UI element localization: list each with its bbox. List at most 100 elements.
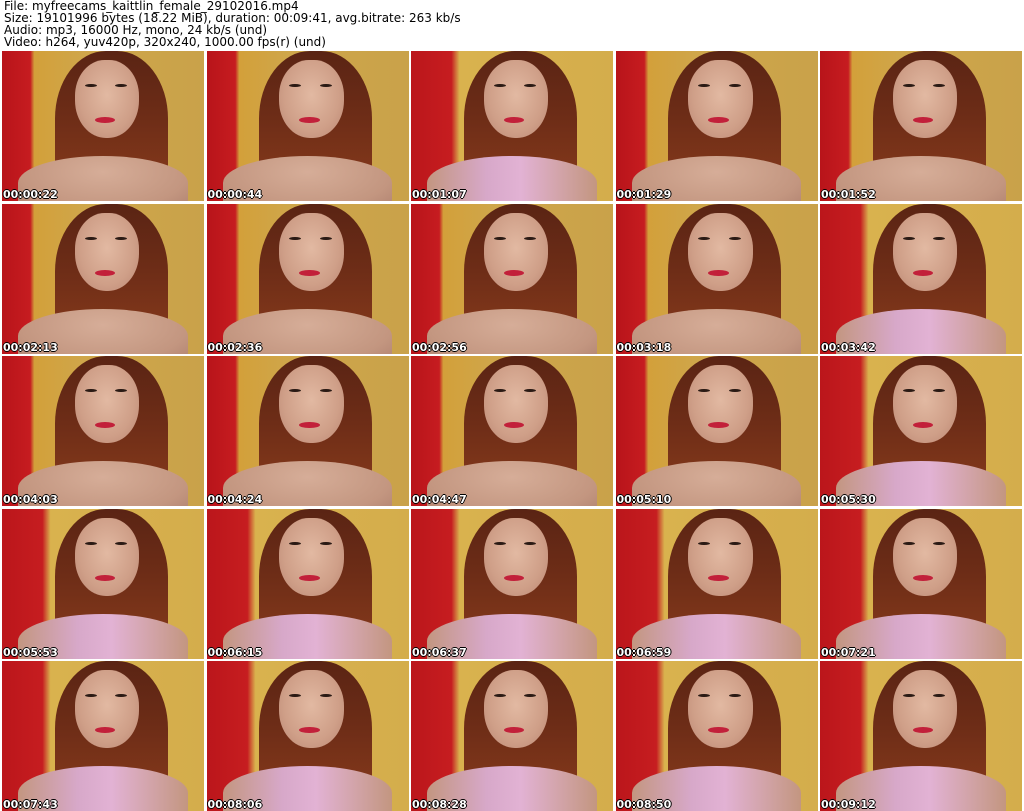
- frame-image-eye: [698, 541, 711, 545]
- video-frame-thumbnail: 00:01:29: [615, 51, 818, 201]
- frame-image-lips: [912, 574, 934, 581]
- video-frame-thumbnail: 00:01:52: [820, 51, 1022, 201]
- frame-timestamp: 00:07:21: [821, 645, 876, 659]
- frame-image-face: [74, 212, 140, 291]
- video-frame-thumbnail: 00:04:47: [411, 356, 613, 506]
- frame-image-face: [892, 517, 958, 596]
- video-frame-thumbnail: 00:08:06: [206, 661, 409, 811]
- frame-image-eye: [319, 236, 332, 240]
- frame-image-eye: [493, 236, 506, 240]
- frame-image-lips: [708, 269, 729, 276]
- video-frame-thumbnail: 00:05:10: [615, 356, 818, 506]
- frame-image-eye: [84, 541, 97, 545]
- frame-image-eye: [524, 541, 537, 545]
- video-frame-thumbnail: 00:08:50: [615, 661, 818, 811]
- frame-image-face: [483, 670, 549, 748]
- frame-timestamp: 00:03:42: [821, 340, 876, 354]
- video-frame-thumbnail: 00:01:07: [411, 51, 613, 201]
- frame-image-face: [279, 670, 344, 748]
- frame-timestamp: 00:06:15: [207, 645, 263, 659]
- frame-image-face: [892, 60, 958, 138]
- video-frame-thumbnail: 00:02:13: [2, 203, 204, 354]
- frame-image-lips: [503, 117, 525, 123]
- frame-image-face: [74, 60, 140, 138]
- video-frame-thumbnail: 00:05:53: [2, 508, 204, 659]
- frame-timestamp: 00:08:06: [207, 798, 263, 811]
- frame-image-eye: [902, 541, 915, 545]
- frame-timestamp: 00:00:22: [3, 188, 58, 201]
- frame-image-lips: [708, 727, 729, 733]
- frame-timestamp: 00:02:13: [3, 340, 58, 354]
- frame-timestamp: 00:02:36: [207, 340, 263, 354]
- video-frame-thumbnail: 00:04:24: [206, 356, 409, 506]
- frame-image-lips: [94, 422, 116, 428]
- frame-image-face: [483, 212, 549, 291]
- frame-image-lips: [708, 117, 729, 123]
- video-frame-thumbnail: 00:00:22: [2, 51, 204, 201]
- frame-image-lips: [299, 269, 320, 276]
- frame-timestamp: 00:04:03: [3, 493, 58, 506]
- frame-timestamp: 00:04:24: [207, 493, 263, 506]
- frame-image-eye: [728, 236, 741, 240]
- frame-image-lips: [708, 422, 729, 428]
- frame-image-lips: [299, 422, 320, 428]
- frame-image-eye: [524, 236, 537, 240]
- frame-image-eye: [698, 236, 711, 240]
- frame-timestamp: 00:05:30: [821, 493, 876, 506]
- frame-image-lips: [299, 574, 320, 581]
- frame-image-face: [688, 60, 753, 138]
- file-info-header: File: myfreecams_kaittlin_female_2910201…: [4, 0, 1020, 48]
- frame-image-face: [483, 365, 549, 443]
- video-frame-thumbnail: 00:06:37: [411, 508, 613, 659]
- frame-image-lips: [299, 117, 320, 123]
- frame-image-face: [892, 212, 958, 291]
- video-frame-thumbnail: 00:07:21: [820, 508, 1022, 659]
- video-frame-thumbnail: 00:03:42: [820, 203, 1022, 354]
- frame-image-lips: [503, 574, 525, 581]
- frame-image-eye: [902, 236, 915, 240]
- frame-image-face: [483, 517, 549, 596]
- video-frame-thumbnail: 00:06:15: [206, 508, 409, 659]
- frame-image-face: [74, 365, 140, 443]
- frame-timestamp: 00:06:37: [412, 645, 467, 659]
- frame-image-eye: [493, 541, 506, 545]
- frame-image-lips: [912, 422, 934, 428]
- frame-image-lips: [708, 574, 729, 581]
- video-frame-thumbnail: 00:02:56: [411, 203, 613, 354]
- frame-image-eye: [933, 541, 946, 545]
- frame-image-lips: [912, 727, 934, 733]
- frame-image-lips: [503, 727, 525, 733]
- frame-image-face: [279, 365, 344, 443]
- thumbnail-grid: 00:00:22 00:00:44 00:01:07 00:01:29 00:01:52…: [2, 51, 1022, 811]
- frame-timestamp: 00:05:53: [3, 645, 58, 659]
- frame-image-face: [74, 517, 140, 596]
- frame-image-eye: [84, 236, 97, 240]
- frame-image-eye: [933, 236, 946, 240]
- video-frame-thumbnail: 00:02:36: [206, 203, 409, 354]
- frame-timestamp: 00:01:52: [821, 188, 876, 201]
- frame-image-face: [892, 670, 958, 748]
- video-frame-thumbnail: 00:08:28: [411, 661, 613, 811]
- frame-image-lips: [94, 269, 116, 276]
- frame-image-face: [688, 212, 753, 291]
- frame-image-lips: [94, 574, 116, 581]
- video-frame-thumbnail: 00:06:59: [615, 508, 818, 659]
- frame-image-face: [279, 517, 344, 596]
- frame-timestamp: 00:07:43: [3, 798, 58, 811]
- frame-image-lips: [503, 422, 525, 428]
- frame-timestamp: 00:03:18: [616, 340, 672, 354]
- frame-timestamp: 00:04:47: [412, 493, 467, 506]
- frame-image-eye: [728, 541, 741, 545]
- video-frame-thumbnail: 00:00:44: [206, 51, 409, 201]
- video-frame-thumbnail: 00:07:43: [2, 661, 204, 811]
- video-frame-thumbnail: 00:09:12: [820, 661, 1022, 811]
- frame-timestamp: 00:01:07: [412, 188, 467, 201]
- frame-image-face: [688, 517, 753, 596]
- frame-timestamp: 00:02:56: [412, 340, 467, 354]
- frame-image-face: [892, 365, 958, 443]
- frame-image-lips: [94, 727, 116, 733]
- frame-timestamp: 00:05:10: [616, 493, 672, 506]
- frame-image-face: [483, 60, 549, 138]
- frame-timestamp: 00:01:29: [616, 188, 672, 201]
- frame-timestamp: 00:06:59: [616, 645, 672, 659]
